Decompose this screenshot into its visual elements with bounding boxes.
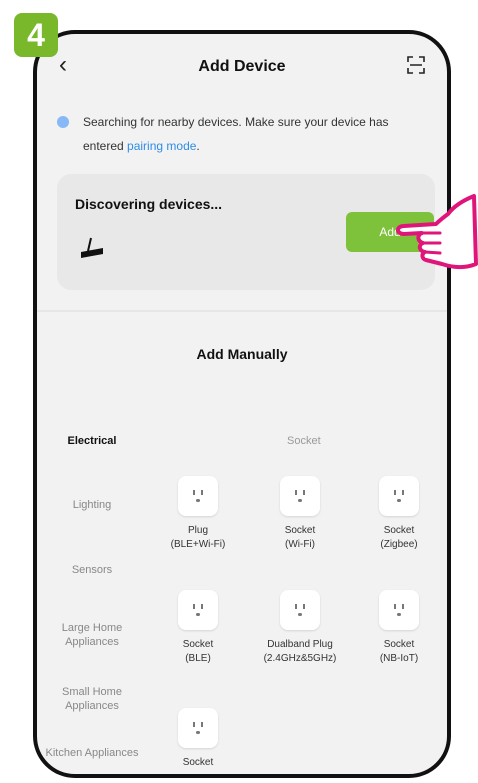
section-header-socket: Socket (287, 435, 321, 447)
socket-icon (280, 590, 320, 630)
device-label: Dualband Plug (2.4GHz&5GHz) (263, 639, 337, 664)
search-notice: Searching for nearby devices. Make sure … (57, 110, 427, 158)
phone-frame: ‹ Add Device Searching for nearby device… (33, 30, 451, 778)
device-tile[interactable]: Socket (NB-IoT) (349, 590, 447, 666)
discovering-title: Discovering devices... (75, 196, 223, 212)
step-badge: 4 (14, 13, 58, 57)
device-tile[interactable]: Socket (148, 708, 248, 770)
socket-icon (280, 476, 320, 516)
device-tile[interactable]: Socket (Wi-Fi) (250, 476, 350, 552)
add-manually-title: Add Manually (196, 346, 288, 362)
category-sensors[interactable]: Sensors (37, 563, 147, 577)
router-device-icon (81, 237, 103, 258)
pointing-hand-icon (396, 194, 478, 269)
divider (37, 310, 447, 312)
scan-icon[interactable] (407, 56, 425, 74)
pairing-mode-link[interactable]: pairing mode (127, 139, 196, 153)
device-label: Socket (BLE) (182, 639, 214, 664)
device-label: Socket (182, 757, 214, 768)
category-large-home-appliances[interactable]: Large Home Appliances (37, 621, 147, 649)
socket-icon (379, 590, 419, 630)
notice-suffix: . (196, 139, 200, 153)
searching-dot-icon (57, 116, 69, 128)
device-tile[interactable]: Socket (BLE) (148, 590, 248, 666)
top-bar: ‹ Add Device (37, 34, 447, 98)
socket-icon (178, 708, 218, 748)
socket-icon (178, 590, 218, 630)
device-label: Socket (NB-IoT) (379, 639, 419, 664)
category-small-home-appliances[interactable]: Small Home Appliances (37, 685, 147, 713)
device-tile[interactable]: Plug (BLE+Wi-Fi) (148, 476, 248, 552)
device-label: Plug (BLE+Wi-Fi) (170, 525, 226, 550)
socket-icon (379, 476, 419, 516)
page-title: Add Device (198, 58, 286, 75)
device-tile[interactable]: Dualband Plug (2.4GHz&5GHz) (250, 590, 350, 666)
category-electrical[interactable]: Electrical (37, 434, 147, 448)
device-label: Socket (Wi-Fi) (284, 525, 316, 550)
category-kitchen-appliances[interactable]: Kitchen Appliances (37, 746, 147, 760)
device-tile[interactable]: Socket (Zigbee) (349, 476, 447, 552)
device-label: Socket (Zigbee) (380, 525, 418, 550)
socket-icon (178, 476, 218, 516)
category-lighting[interactable]: Lighting (37, 498, 147, 512)
